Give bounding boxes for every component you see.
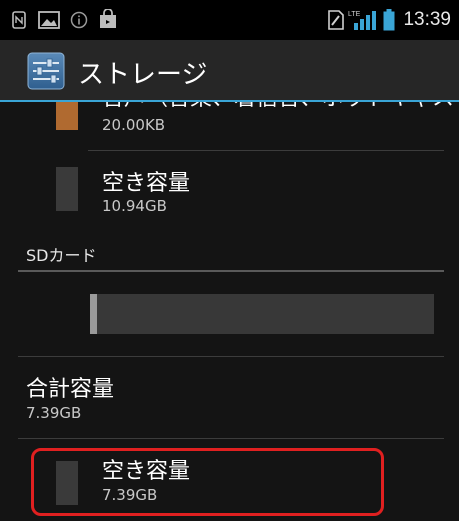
info-icon bbox=[70, 11, 88, 29]
nfc-icon bbox=[12, 11, 26, 29]
storage-item-free-internal[interactable]: 空き容量 10.94GB bbox=[0, 151, 459, 231]
action-bar: ストレージ bbox=[0, 40, 459, 102]
sd-card-section-header: SDカード bbox=[26, 246, 97, 265]
status-time: 13:39 bbox=[403, 9, 451, 30]
storage-list[interactable]: 音声（音楽、着信音、ポッドキャストなど） 20.00KB 空き容量 10.94G… bbox=[0, 102, 459, 521]
shopping-bag-icon bbox=[100, 9, 116, 28]
image-icon bbox=[38, 11, 60, 29]
sd-total-capacity[interactable]: 合計容量 7.39GB bbox=[0, 357, 459, 437]
battery-icon bbox=[383, 9, 395, 31]
sd-usage-bar-fill bbox=[90, 294, 97, 334]
storage-item-size: 10.94GB bbox=[102, 197, 167, 215]
storage-item-audio[interactable]: 音声（音楽、着信音、ポッドキャストなど） 20.00KB bbox=[0, 102, 459, 152]
free-color-swatch bbox=[56, 167, 78, 211]
lte-label: LTE bbox=[348, 11, 361, 18]
highlight-annotation bbox=[31, 448, 384, 516]
section-header-rule bbox=[18, 270, 444, 272]
sd-usage-bar bbox=[90, 294, 434, 334]
settings-sliders-icon[interactable] bbox=[27, 52, 65, 90]
storage-item-size: 20.00KB bbox=[102, 116, 166, 134]
total-capacity-size: 7.39GB bbox=[26, 404, 82, 422]
status-bar: LTE 13:39 bbox=[0, 0, 459, 40]
storage-item-title: 音声（音楽、着信音、ポッドキャストなど） bbox=[102, 102, 459, 112]
storage-item-title: 空き容量 bbox=[102, 171, 191, 196]
audio-color-swatch bbox=[56, 102, 78, 130]
lte-signal-icon: LTE bbox=[348, 11, 376, 30]
total-capacity-title: 合計容量 bbox=[26, 377, 115, 402]
page-title: ストレージ bbox=[78, 60, 208, 90]
sim-card-icon bbox=[328, 10, 344, 30]
